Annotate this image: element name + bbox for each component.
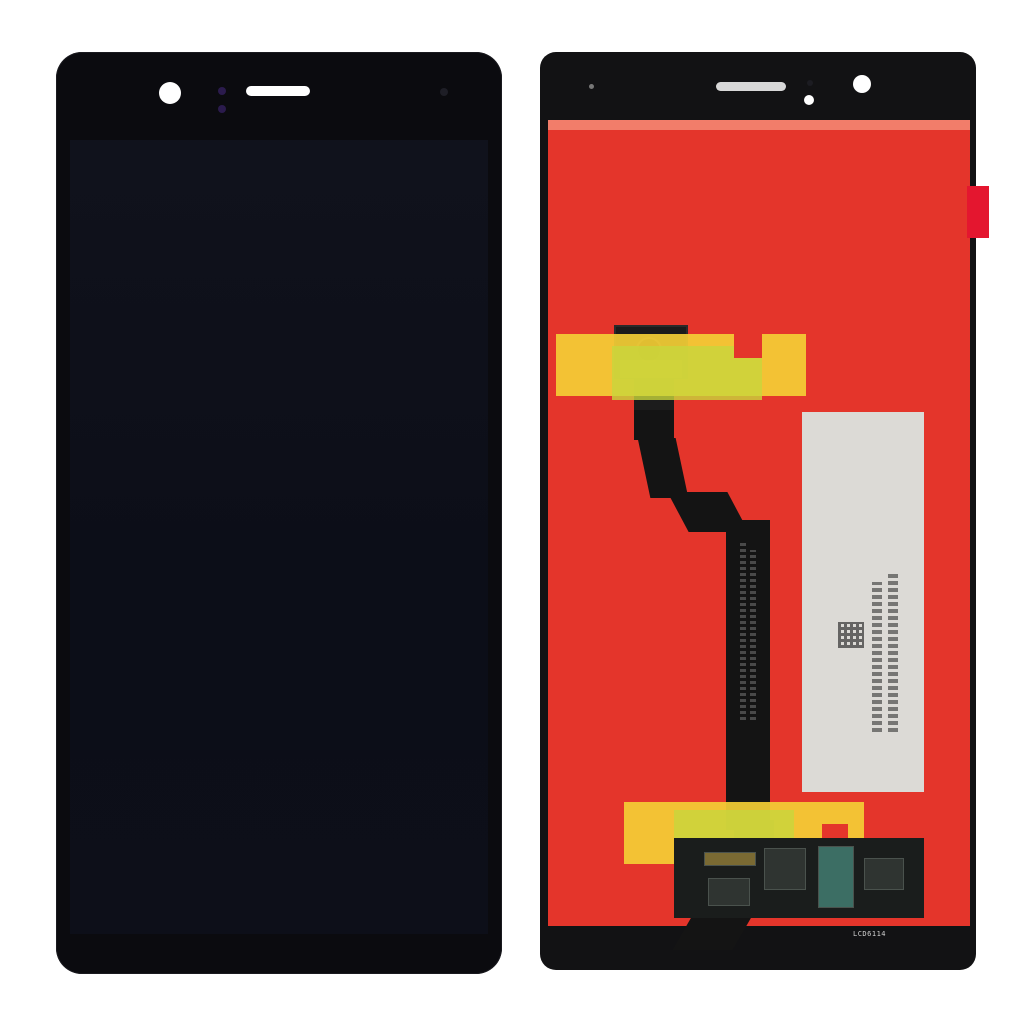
proximity-sensor: [218, 87, 226, 95]
sensor-hole-back-small: [807, 80, 813, 86]
connector-chip: [704, 852, 756, 866]
earpiece-speaker-slot: [246, 86, 310, 96]
board-connector: [818, 846, 854, 908]
serial-text-line: [888, 572, 898, 732]
product-photo: LCD6114: [0, 0, 1024, 1024]
serial-text-line: [872, 582, 882, 732]
flex-cable-segment: [726, 520, 770, 830]
lcd-screen: [70, 140, 488, 934]
sensor-hole-back: [804, 95, 814, 105]
flex-cable-segment: [637, 438, 689, 498]
driver-board: [674, 838, 924, 918]
qr-code: [838, 622, 864, 648]
red-protective-film: [548, 120, 970, 950]
serial-sticker: [802, 412, 924, 792]
driver-ic: [764, 848, 806, 890]
cable-print: [750, 550, 756, 720]
frame-pin: [589, 84, 594, 89]
tape-notch: [734, 334, 762, 358]
display-front-panel: [56, 52, 502, 974]
pull-tab: [967, 186, 989, 238]
film-edge: [548, 120, 970, 130]
passive-components: [708, 878, 750, 906]
passive-components: [864, 858, 904, 890]
board-label: LCD6114: [853, 930, 887, 938]
display-back-panel: LCD6114: [540, 52, 989, 970]
light-sensor: [218, 105, 226, 113]
indicator-dot: [440, 88, 448, 96]
front-camera-hole: [159, 82, 181, 104]
camera-hole-back: [853, 75, 871, 93]
flex-cable-segment: [634, 410, 674, 440]
cable-print: [740, 540, 746, 720]
earpiece-speaker-slot-back: [716, 82, 786, 91]
